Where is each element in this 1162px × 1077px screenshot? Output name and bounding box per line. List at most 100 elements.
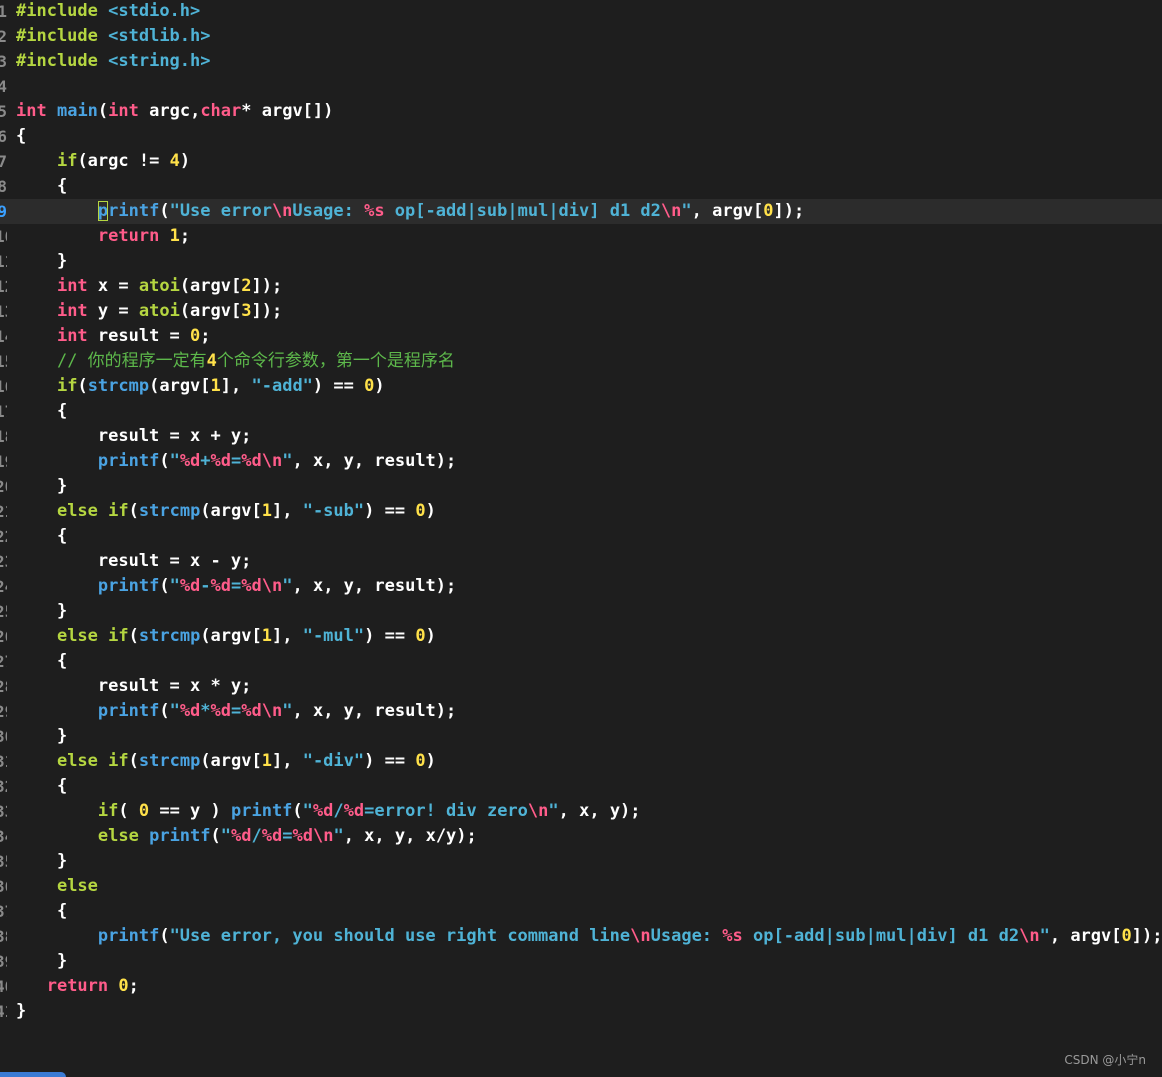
code-text[interactable]: if(argc != 4) xyxy=(16,149,190,174)
code-text[interactable]: int y = atoi(argv[3]); xyxy=(16,299,282,324)
code-line[interactable]: 29 printf("%d*%d=%d\n", x, y, result); xyxy=(0,699,1162,724)
code-text[interactable]: return 0; xyxy=(16,974,139,999)
code-text[interactable]: if(strcmp(argv[1], "-add") == 0) xyxy=(16,374,385,399)
code-token: ( xyxy=(292,801,303,821)
line-number: 19 xyxy=(0,449,7,474)
code-line[interactable]: 15 // 你的程序一定有4个命令行参数，第一个是程序名 xyxy=(0,349,1162,374)
code-text[interactable]: if( 0 == y ) printf("%d/%d=error! div ze… xyxy=(16,799,641,824)
code-line[interactable]: 21 else if(strcmp(argv[1], "-sub") == 0) xyxy=(0,499,1162,524)
code-text[interactable]: } xyxy=(16,474,67,499)
code-line[interactable]: 20 } xyxy=(0,474,1162,499)
code-text[interactable]: { xyxy=(16,899,67,924)
code-line[interactable]: 12 int x = atoi(argv[2]); xyxy=(0,274,1162,299)
code-line[interactable]: 31 else if(strcmp(argv[1], "-div") == 0) xyxy=(0,749,1162,774)
code-text[interactable]: { xyxy=(16,174,67,199)
code-text[interactable]: #include <stdlib.h> xyxy=(16,24,211,49)
code-text[interactable]: int x = atoi(argv[2]); xyxy=(16,274,282,299)
code-line[interactable]: 33 if( 0 == y ) printf("%d/%d=error! div… xyxy=(0,799,1162,824)
code-line[interactable]: 2 #include <stdlib.h> xyxy=(0,24,1162,49)
code-text[interactable]: printf("%d*%d=%d\n", x, y, result); xyxy=(16,699,456,724)
code-line[interactable]: 25 } xyxy=(0,599,1162,624)
code-text[interactable]: else xyxy=(16,874,98,899)
code-line[interactable]: 40 return 0; xyxy=(0,974,1162,999)
code-token: result = x - y; xyxy=(16,551,252,571)
code-token: "-sub" xyxy=(302,501,365,521)
code-line[interactable]: 9 printf("Use error\nUsage: %s op[-add|s… xyxy=(0,199,1162,224)
code-line[interactable]: 3 #include <string.h> xyxy=(0,49,1162,74)
line-number: 34 xyxy=(0,824,7,849)
code-text[interactable]: return 1; xyxy=(16,224,190,249)
code-text[interactable]: } xyxy=(16,724,67,749)
code-line[interactable]: 18 result = x + y; xyxy=(0,424,1162,449)
code-line[interactable]: 39 } xyxy=(0,949,1162,974)
code-text[interactable]: else printf("%d/%d=%d\n", x, y, x/y); xyxy=(16,824,477,849)
code-line[interactable]: 11 } xyxy=(0,249,1162,274)
code-token: (argv[ xyxy=(200,751,262,771)
code-line[interactable]: 5 int main(int argc,char* argv[]) xyxy=(0,99,1162,124)
code-line[interactable]: 28 result = x * y; xyxy=(0,674,1162,699)
code-token: return xyxy=(46,976,109,996)
code-text[interactable]: } xyxy=(16,599,67,624)
code-text[interactable]: } xyxy=(16,249,67,274)
code-text[interactable]: else if(strcmp(argv[1], "-mul") == 0) xyxy=(16,624,436,649)
code-text[interactable]: printf("%d-%d=%d\n", x, y, result); xyxy=(16,574,456,599)
code-line[interactable]: 30 } xyxy=(0,724,1162,749)
code-text[interactable]: result = x * y; xyxy=(16,674,252,699)
code-line[interactable]: 27 { xyxy=(0,649,1162,674)
code-text[interactable]: } xyxy=(16,949,67,974)
code-line[interactable]: 7 if(argc != 4) xyxy=(0,149,1162,174)
code-text[interactable]: result = x - y; xyxy=(16,549,252,574)
code-token: strcmp xyxy=(138,626,201,646)
code-text[interactable]: else if(strcmp(argv[1], "-div") == 0) xyxy=(16,749,436,774)
code-line[interactable]: 6{ xyxy=(0,124,1162,149)
code-text[interactable]: int main(int argc,char* argv[]) xyxy=(16,99,333,124)
code-line[interactable]: 1 #include <stdio.h> xyxy=(0,0,1162,24)
code-line[interactable]: 4 xyxy=(0,74,1162,99)
code-text[interactable]: // 你的程序一定有4个命令行参数，第一个是程序名 xyxy=(16,349,455,374)
code-text[interactable]: { xyxy=(16,524,67,549)
code-token: rintf xyxy=(108,201,160,221)
code-token: ) xyxy=(374,376,385,396)
code-text[interactable]: } xyxy=(16,849,67,874)
code-token: (argv[ xyxy=(200,501,262,521)
code-line[interactable]: 32 { xyxy=(0,774,1162,799)
code-text[interactable]: #include <stdio.h> xyxy=(16,0,200,24)
code-text[interactable]: else if(strcmp(argv[1], "-sub") == 0) xyxy=(16,499,436,524)
code-text[interactable]: printf("Use error, you should use right … xyxy=(16,924,1162,949)
horizontal-scrollbar-thumb[interactable] xyxy=(0,1072,66,1077)
code-token: " xyxy=(169,701,180,721)
code-line[interactable]: 34 else printf("%d/%d=%d\n", x, y, x/y); xyxy=(0,824,1162,849)
code-line[interactable]: 37 { xyxy=(0,899,1162,924)
code-line[interactable]: 17 { xyxy=(0,399,1162,424)
code-text[interactable]: { xyxy=(16,649,67,674)
code-line[interactable]: 41} xyxy=(0,999,1162,1024)
code-text[interactable]: { xyxy=(16,124,26,149)
code-line[interactable]: 13 int y = atoi(argv[3]); xyxy=(0,299,1162,324)
code-text[interactable]: { xyxy=(16,774,67,799)
code-text[interactable]: #include <string.h> xyxy=(16,49,211,74)
code-editor[interactable]: 1 #include <stdio.h> 2 #include <stdlib.h> 3… xyxy=(0,0,1162,1077)
code-text[interactable]: { xyxy=(16,399,67,424)
code-line[interactable]: 36 else xyxy=(0,874,1162,899)
code-text[interactable]: int result = 0; xyxy=(16,324,211,349)
code-line[interactable]: 19 printf("%d+%d=%d\n", x, y, result); xyxy=(0,449,1162,474)
code-token: int xyxy=(56,326,88,346)
code-line[interactable]: 38 printf("Use error, you should use rig… xyxy=(0,924,1162,949)
code-line[interactable]: 23 result = x - y; xyxy=(0,549,1162,574)
code-text[interactable]: } xyxy=(16,999,26,1024)
code-token: ( xyxy=(159,926,170,946)
code-line[interactable]: 10 return 1; xyxy=(0,224,1162,249)
code-line[interactable]: 35 } xyxy=(0,849,1162,874)
code-token: 0 xyxy=(138,801,150,821)
code-line[interactable]: 14 int result = 0; xyxy=(0,324,1162,349)
code-line[interactable]: 26 else if(strcmp(argv[1], "-mul") == 0) xyxy=(0,624,1162,649)
code-text[interactable]: result = x + y; xyxy=(16,424,252,449)
code-line[interactable]: 24 printf("%d-%d=%d\n", x, y, result); xyxy=(0,574,1162,599)
code-text[interactable]: printf("%d+%d=%d\n", x, y, result); xyxy=(16,449,456,474)
code-line[interactable]: 16 if(strcmp(argv[1], "-add") == 0) xyxy=(0,374,1162,399)
code-line[interactable]: 8 { xyxy=(0,174,1162,199)
code-text[interactable]: printf("Use error\nUsage: %s op[-add|sub… xyxy=(16,199,804,224)
code-line[interactable]: 22 { xyxy=(0,524,1162,549)
